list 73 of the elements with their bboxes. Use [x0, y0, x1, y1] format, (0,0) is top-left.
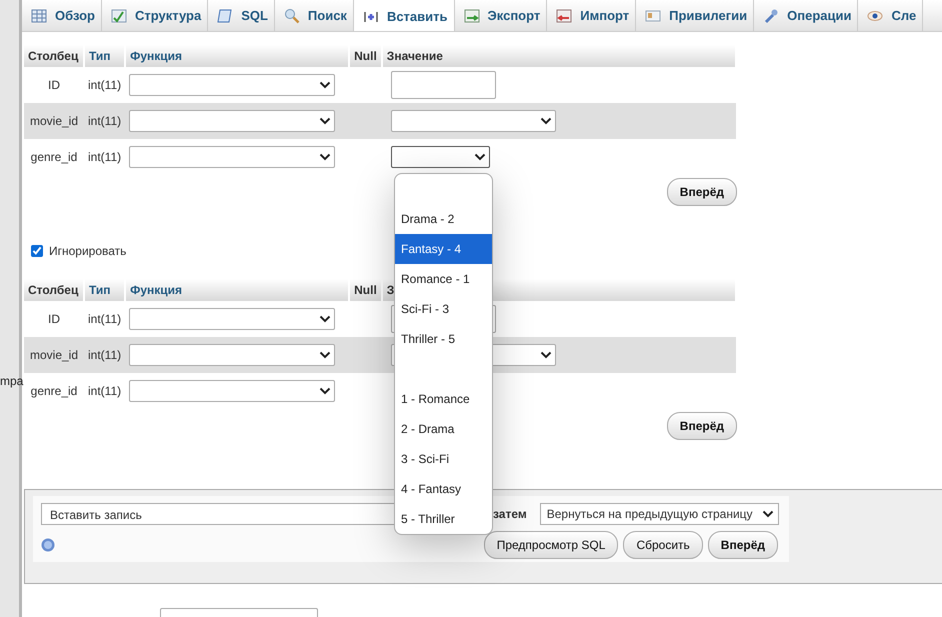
column-header: Столбец: [24, 279, 84, 301]
value-select[interactable]: [390, 146, 490, 168]
column-type: int(11): [84, 103, 126, 139]
tab[interactable]: Обзор: [22, 0, 102, 31]
column-name: genre_id: [24, 139, 84, 175]
tab[interactable]: Сле: [858, 0, 924, 31]
caret-icon: [474, 153, 486, 161]
column-name: movie_id: [24, 103, 84, 139]
tab[interactable]: Экспорт: [454, 0, 548, 31]
header-link[interactable]: Функция: [125, 279, 350, 301]
wrench-icon: [763, 8, 780, 24]
footer-button[interactable]: Предпросмотр SQL: [484, 531, 618, 559]
function-select[interactable]: [129, 308, 336, 330]
column-header: Значение: [382, 45, 736, 67]
tab[interactable]: Привилегии: [636, 0, 754, 31]
tab[interactable]: Операции: [754, 0, 858, 31]
table-icon: [31, 8, 47, 24]
column-header: Null: [349, 45, 382, 67]
dropdown-option[interactable]: Drama - 2: [395, 204, 492, 234]
text-field[interactable]: [160, 608, 318, 617]
import-icon: [556, 8, 572, 24]
function-select[interactable]: [129, 146, 336, 168]
column-header: Null: [349, 279, 382, 301]
function-select[interactable]: [129, 74, 336, 96]
column-type: int(11): [84, 337, 126, 373]
column-header: Столбец: [24, 45, 84, 67]
dropdown-option[interactable]: 3 - Sci-Fi: [395, 444, 492, 474]
forward-button[interactable]: Вперёд: [666, 178, 737, 206]
value-input[interactable]: [390, 71, 496, 99]
tab[interactable]: SQL: [208, 0, 275, 31]
search-icon: [284, 8, 300, 24]
dropdown-option[interactable]: 2 - Drama: [395, 414, 492, 444]
dropdown-option[interactable]: 4 - Fantasy: [395, 474, 492, 504]
tab[interactable]: Вставить: [354, 0, 454, 31]
then-label: затем: [493, 506, 527, 523]
column-type: int(11): [84, 301, 126, 337]
tab[interactable]: Импорт: [547, 0, 636, 31]
dropdown-option[interactable]: Thriller - 5: [395, 324, 492, 354]
card-icon: [645, 8, 662, 24]
column-name: ID: [24, 67, 84, 103]
caret-icon: [762, 510, 774, 518]
caret-icon: [319, 81, 332, 89]
function-select[interactable]: [129, 380, 336, 402]
tab[interactable]: Структура: [102, 0, 208, 31]
caret-icon: [319, 387, 332, 395]
caret-icon: [540, 351, 552, 359]
column-type: int(11): [84, 139, 126, 175]
header-link[interactable]: Тип: [84, 279, 126, 301]
help-icon[interactable]: [41, 538, 55, 552]
dropdown-option[interactable]: Fantasy - 4: [395, 234, 492, 264]
caret-icon: [319, 153, 332, 161]
footer-button[interactable]: Сбросить: [623, 531, 703, 559]
footer-button[interactable]: Вперёд: [708, 531, 778, 559]
function-select[interactable]: [129, 344, 336, 366]
header-link[interactable]: Функция: [125, 45, 350, 67]
panel-text: mpa: [0, 373, 24, 390]
column-name: movie_id: [24, 337, 84, 373]
caret-icon: [319, 315, 332, 323]
function-select[interactable]: [129, 110, 336, 132]
caret-icon: [319, 117, 332, 125]
header-link[interactable]: Тип: [84, 45, 126, 67]
export-icon: [464, 8, 480, 24]
checkbox-label: Игнорировать: [49, 243, 126, 260]
forward-button[interactable]: Вперёд: [666, 412, 737, 440]
checkbox[interactable]: [31, 245, 43, 257]
caret-icon: [540, 117, 552, 125]
column-name: genre_id: [24, 373, 84, 409]
after-select[interactable]: Вернуться на предыдущую страницу: [540, 503, 779, 525]
caret-icon: [319, 351, 332, 359]
dropdown-option[interactable]: 1 - Romance: [395, 384, 492, 414]
column-type: int(11): [84, 373, 126, 409]
column-name: ID: [24, 301, 84, 337]
column-type: int(11): [84, 67, 126, 103]
